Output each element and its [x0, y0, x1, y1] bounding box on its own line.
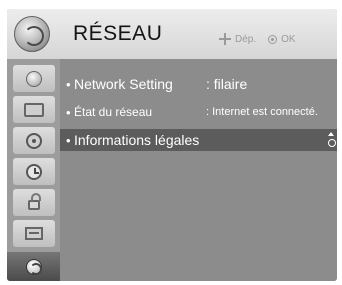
menu-list: • Network Setting : filaire • État du ré…	[60, 59, 337, 281]
sidebar-item-network[interactable]	[7, 252, 60, 281]
lock-icon	[28, 193, 41, 210]
sidebar-item-audio[interactable]	[13, 127, 55, 154]
menu-item-label: Network Setting	[74, 76, 173, 92]
tv-screen-icon	[24, 102, 44, 117]
ok-hint-label: OK	[281, 33, 296, 45]
network-icon	[25, 258, 42, 275]
ok-button-icon	[268, 34, 278, 44]
clock-icon	[26, 163, 42, 180]
tv-settings-screen: RÉSEAU Dép. OK • Network Setting: filai…	[0, 0, 342, 285]
sidebar-item-lock[interactable]	[13, 189, 55, 216]
menu-item-network-setting[interactable]: • Network Setting : filaire	[60, 73, 337, 95]
move-arrows-icon	[219, 33, 231, 45]
move-hint-label: Dép.	[235, 33, 257, 45]
settings-menu: RÉSEAU Dép. OK • Network Setting: filai…	[7, 9, 337, 281]
bullet: •	[66, 104, 71, 120]
audio-icon	[26, 132, 42, 149]
network-globe-icon	[14, 16, 50, 52]
sidebar-item-picture[interactable]	[13, 65, 55, 92]
sidebar-item-options[interactable]	[13, 220, 55, 247]
page-title: RÉSEAU	[73, 22, 163, 45]
bullet: •	[66, 76, 71, 92]
menu-item-value: : Internet est connecté.	[206, 106, 318, 118]
menu-item-label: Informations légales	[74, 132, 200, 148]
menu-item-label: État du réseau	[74, 105, 153, 119]
menu-header: RÉSEAU Dép. OK	[7, 9, 337, 59]
menu-item-legal-info[interactable]: • Informations légales	[60, 129, 337, 151]
menu-item-value: : filaire	[206, 76, 248, 92]
bullet: •	[66, 132, 71, 148]
scroll-up-icon	[327, 131, 336, 149]
menu-item-network-status[interactable]: • État du réseau : Internet est connecté…	[60, 101, 337, 123]
picture-icon	[26, 70, 42, 87]
sidebar-item-screen[interactable]	[13, 96, 55, 123]
options-icon	[25, 227, 43, 240]
category-sidebar	[7, 59, 60, 281]
sidebar-item-time[interactable]	[13, 158, 55, 185]
navigation-hint: Dép. OK	[219, 33, 296, 45]
